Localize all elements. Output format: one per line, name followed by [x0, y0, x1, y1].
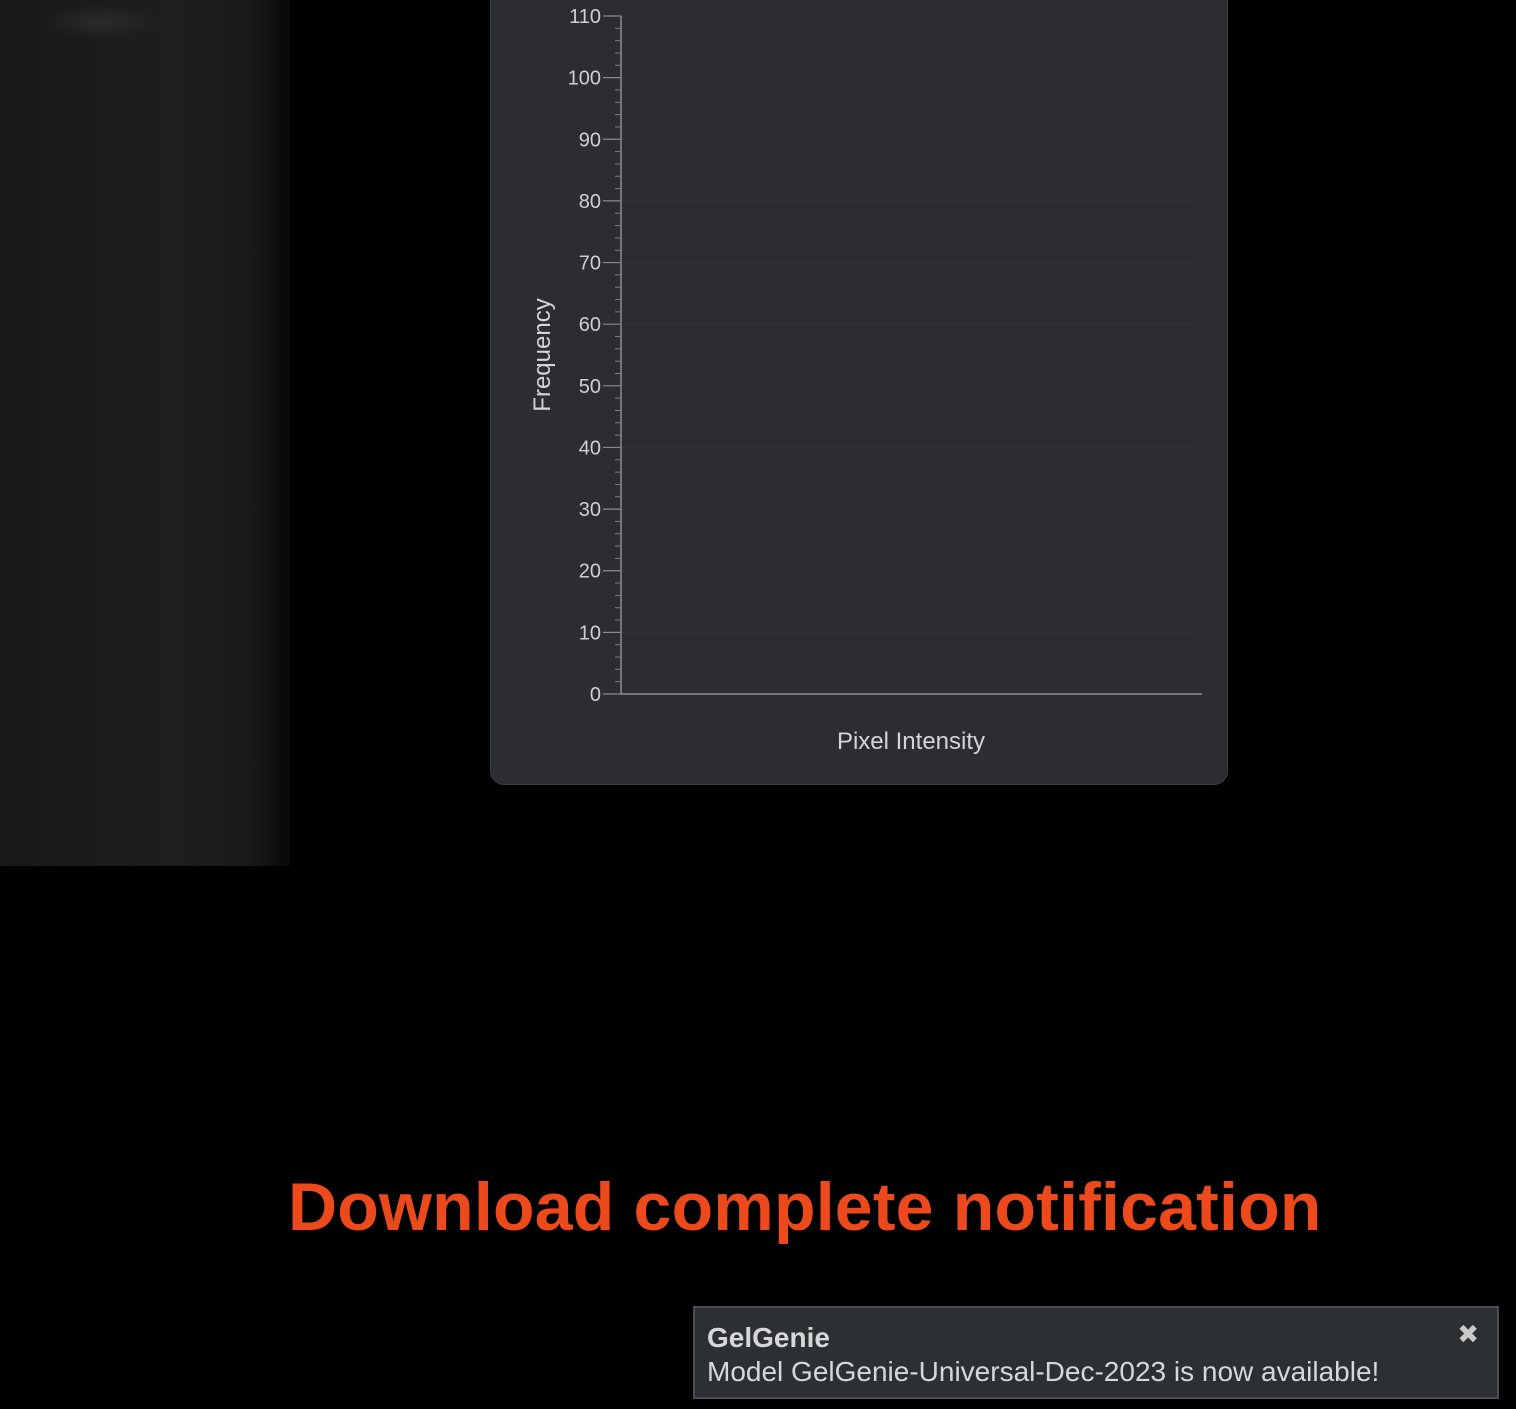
app-root: 0 10 20 30 40 50 60 70 80 90 100 110 Frequency Pixe…	[0, 0, 1516, 1409]
x-axis-label: Pixel Intensity	[837, 728, 985, 755]
toast-title: GelGenie	[707, 1322, 830, 1353]
y-tick-label: 60	[579, 314, 601, 336]
gel-image-view[interactable]	[0, 0, 290, 866]
y-tick-label: 80	[579, 191, 601, 213]
y-tick-label: 50	[579, 376, 601, 398]
histogram-panel: 0 10 20 30 40 50 60 70 80 90 100 110 Frequency Pixe…	[490, 0, 1228, 785]
y-tick-label: 90	[579, 129, 601, 151]
major-ticks	[603, 15, 621, 695]
toast-message: Model GelGenie-Universal-Dec-2023 is now…	[707, 1356, 1380, 1387]
toast-notification[interactable]: GelGenie Model GelGenie-Universal-Dec-20…	[693, 1306, 1499, 1399]
y-tick-labels: 0 10 20 30 40 50 60 70 80 90 100 110	[568, 6, 601, 706]
page-heading: Download complete notification	[288, 1169, 1322, 1245]
histogram-chart: 0 10 20 30 40 50 60 70 80 90 100 110 Frequency Pixe…	[529, 6, 1202, 755]
y-tick-label: 40	[579, 437, 601, 459]
y-tick-label: 100	[568, 68, 601, 90]
grid-lines	[621, 15, 1196, 633]
y-tick-label: 110	[569, 6, 601, 28]
y-tick-label: 10	[579, 622, 601, 644]
y-tick-label: 30	[579, 499, 601, 521]
y-tick-label: 0	[590, 684, 601, 706]
close-icon[interactable]: ✖	[1457, 1322, 1479, 1348]
y-axis-label: Frequency	[529, 298, 556, 411]
minor-ticks	[615, 27, 621, 683]
y-tick-label: 20	[579, 561, 601, 583]
y-tick-label: 70	[579, 253, 601, 275]
